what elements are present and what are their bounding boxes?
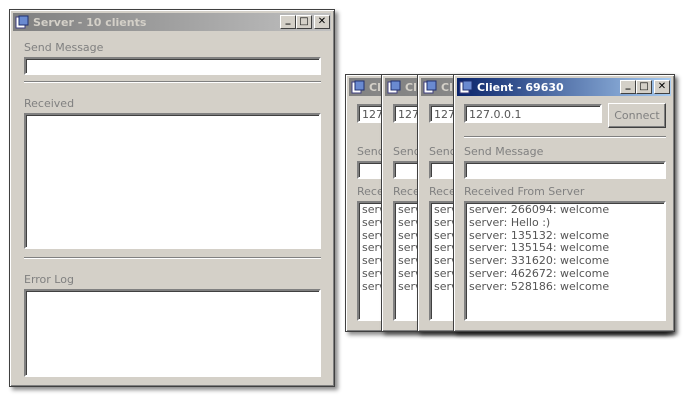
close-icon: ✕ bbox=[317, 16, 327, 27]
error-log-label: Error Log bbox=[24, 273, 74, 286]
received-label: Received bbox=[24, 97, 75, 110]
client-window: Client - 69630 _ □ ✕ 127.0.0.1 Connect S… bbox=[453, 74, 675, 332]
log-line: server: 266094: welcome bbox=[469, 203, 610, 216]
close-icon: ✕ bbox=[657, 81, 667, 92]
log-line: serv bbox=[434, 203, 457, 216]
log-line: serv bbox=[434, 279, 457, 293]
app-icon bbox=[459, 80, 473, 94]
app-icon bbox=[387, 80, 401, 94]
minimize-button[interactable]: _ bbox=[620, 80, 636, 94]
received-textarea[interactable]: server: 266094: welcome server: Hello :)… bbox=[464, 201, 666, 321]
app-icon bbox=[15, 15, 29, 29]
send-message-value bbox=[466, 163, 664, 167]
log-line: server: 462672: welcome bbox=[469, 266, 610, 280]
maximize-icon: □ bbox=[639, 81, 649, 92]
log-line: serv bbox=[362, 215, 385, 229]
log-line: server: 528186: welcome bbox=[469, 279, 610, 293]
server-title: Server - 10 clients bbox=[33, 15, 147, 29]
app-icon bbox=[351, 80, 365, 94]
send-message-input[interactable] bbox=[464, 161, 666, 179]
log-line: serv bbox=[398, 266, 421, 280]
minimize-icon: _ bbox=[625, 79, 631, 90]
send-message-input[interactable] bbox=[24, 57, 321, 75]
client-title: Client - 69630 bbox=[477, 80, 564, 94]
separator bbox=[464, 136, 666, 138]
server-titlebar[interactable]: Server - 10 clients _ □ ✕ bbox=[13, 13, 331, 31]
log-line: serv bbox=[398, 215, 421, 229]
received-label: Rece bbox=[393, 185, 420, 198]
received-from-server-label: Received From Server bbox=[464, 185, 585, 198]
log-line: serv bbox=[362, 203, 385, 216]
minimize-button[interactable]: _ bbox=[280, 15, 296, 29]
received-label: Rece bbox=[357, 185, 384, 198]
host-value: 127.0.0.1 bbox=[469, 108, 522, 121]
log-line: serv bbox=[362, 266, 385, 280]
separator bbox=[24, 257, 321, 259]
log-line: serv bbox=[362, 279, 385, 293]
host-input[interactable]: 127.0.0.1 bbox=[464, 104, 602, 123]
send-message-label: Send Message bbox=[464, 145, 544, 158]
maximize-button[interactable]: □ bbox=[636, 80, 652, 94]
server-window: Server - 10 clients _ □ ✕ Send Message R… bbox=[9, 9, 335, 387]
close-button[interactable]: ✕ bbox=[654, 80, 670, 94]
log-line: serv bbox=[398, 203, 421, 216]
separator bbox=[24, 81, 321, 83]
connect-button[interactable]: Connect bbox=[608, 103, 666, 128]
received-label: Rece bbox=[429, 185, 456, 198]
error-log-textarea[interactable] bbox=[24, 289, 321, 377]
send-message-value bbox=[26, 59, 319, 63]
log-line: serv bbox=[434, 266, 457, 280]
close-button[interactable]: ✕ bbox=[314, 15, 330, 29]
log-line: server: Hello :) bbox=[469, 215, 551, 229]
received-lines: server: 266094: welcome server: Hello :)… bbox=[466, 203, 664, 295]
received-textarea[interactable] bbox=[24, 113, 321, 249]
app-icon bbox=[423, 80, 437, 94]
maximize-button[interactable]: □ bbox=[296, 15, 312, 29]
log-line: serv bbox=[398, 279, 421, 293]
maximize-icon: □ bbox=[299, 16, 309, 27]
minimize-icon: _ bbox=[285, 14, 291, 25]
client-titlebar[interactable]: Client - 69630 _ □ ✕ bbox=[457, 78, 671, 96]
log-line: serv bbox=[434, 215, 457, 229]
send-message-label: Send Message bbox=[24, 41, 104, 54]
